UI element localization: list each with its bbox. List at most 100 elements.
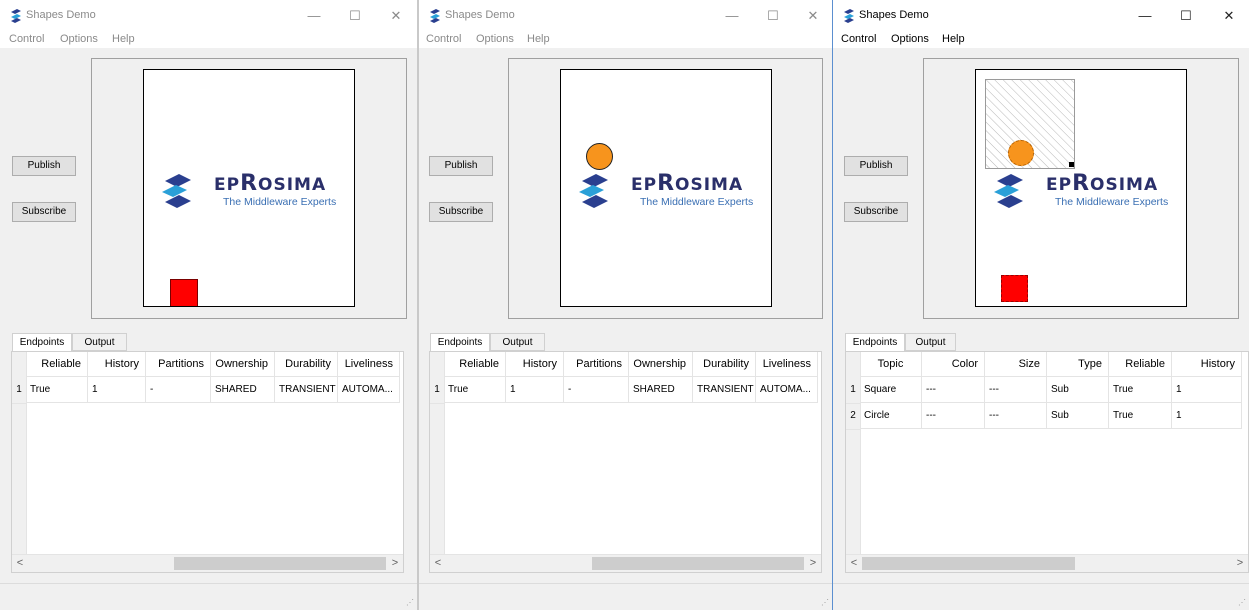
cell-history[interactable]: 1 [1172,377,1242,403]
close-button[interactable]: ✕ [381,4,411,28]
column-header-reliable[interactable]: Reliable [26,352,88,377]
column-header-size[interactable]: Size [985,352,1047,377]
tab-endpoints[interactable]: Endpoints [12,333,72,353]
scroll-left-arrow-icon[interactable]: < [12,555,28,572]
cell-topic[interactable]: Square [860,377,922,403]
column-header-ownership[interactable]: Ownership [629,352,693,377]
column-header-durability[interactable]: Durability [275,352,338,377]
minimize-button[interactable]: — [1130,4,1160,28]
menu-control[interactable]: Control [841,33,876,45]
column-header-color[interactable]: Color [922,352,985,377]
tab-endpoints[interactable]: Endpoints [430,333,490,353]
resize-grip-icon[interactable]: ⋰ [406,598,414,607]
eprosima-tagline: The Middleware Experts [223,196,337,208]
maximize-button[interactable]: ☐ [1171,4,1201,28]
cell-liveliness[interactable]: AUTOMA... [756,377,818,403]
cell-durability[interactable]: TRANSIENT [275,377,338,403]
menu-help[interactable]: Help [942,33,965,45]
cell-type[interactable]: Sub [1047,377,1109,403]
cell-topic[interactable]: Circle [860,403,922,429]
shape-canvas[interactable]: EPROSIMA The Middleware Experts [975,69,1187,307]
tab-output[interactable]: Output [490,333,545,351]
menu-control[interactable]: Control [9,33,44,45]
scrollbar-thumb[interactable] [592,557,804,570]
cell-durability[interactable]: TRANSIENT [693,377,756,403]
column-header-ownership[interactable]: Ownership [211,352,275,377]
cell-type[interactable]: Sub [1047,403,1109,429]
column-header-reliable[interactable]: Reliable [1109,352,1172,377]
menu-control[interactable]: Control [426,33,461,45]
menu-help[interactable]: Help [527,33,550,45]
horizontal-scrollbar[interactable]: < > [846,554,1248,572]
tab-output[interactable]: Output [905,333,956,351]
column-header-reliable[interactable]: Reliable [444,352,506,377]
scroll-left-arrow-icon[interactable]: < [430,555,446,572]
scroll-right-arrow-icon[interactable]: > [805,555,821,572]
red-square-shape [170,279,198,306]
column-header-topic[interactable]: Topic [860,352,922,377]
cell-reliable[interactable]: True [26,377,88,403]
subscribe-button[interactable]: Subscribe [844,202,908,222]
shape-canvas[interactable]: EPROSIMA The Middleware Experts [560,69,772,307]
shape-canvas[interactable]: EPROSIMA The Middleware Experts [143,69,355,307]
tab-output[interactable]: Output [72,333,127,351]
minimize-button[interactable]: — [299,4,329,28]
column-header-partitions[interactable]: Partitions [146,352,211,377]
publish-button[interactable]: Publish [12,156,76,176]
column-header-history[interactable]: History [88,352,146,377]
scroll-left-arrow-icon[interactable]: < [846,555,862,572]
title-bar[interactable]: Shapes Demo — ☐ ✕ [833,0,1249,32]
cell-size[interactable]: --- [985,377,1047,403]
resize-grip-icon[interactable]: ⋰ [821,598,829,607]
scroll-right-arrow-icon[interactable]: > [1232,555,1248,572]
publish-button[interactable]: Publish [429,156,493,176]
publish-button[interactable]: Publish [844,156,908,176]
menu-options[interactable]: Options [891,33,929,45]
column-header-liveliness[interactable]: Liveliness [756,352,818,377]
maximize-button[interactable]: ☐ [340,4,370,28]
menu-options[interactable]: Options [60,33,98,45]
cell-history[interactable]: 1 [506,377,564,403]
close-button[interactable]: ✕ [1214,4,1244,28]
subscribe-button[interactable]: Subscribe [429,202,493,222]
cell-color[interactable]: --- [922,377,985,403]
cell-reliable[interactable]: True [1109,377,1172,403]
cell-partitions[interactable]: - [564,377,629,403]
close-button[interactable]: ✕ [798,4,828,28]
scrollbar-thumb[interactable] [862,557,1075,570]
cell-color[interactable]: --- [922,403,985,429]
column-header-type[interactable]: Type [1047,352,1109,377]
resize-grip-icon[interactable]: ⋰ [1238,598,1246,607]
horizontal-scrollbar[interactable]: < > [430,554,821,572]
horizontal-scrollbar[interactable]: < > [12,554,403,572]
column-header-history[interactable]: History [506,352,564,377]
cell-liveliness[interactable]: AUTOMA... [338,377,400,403]
scroll-right-arrow-icon[interactable]: > [387,555,403,572]
menu-help[interactable]: Help [112,33,135,45]
cell-history[interactable]: 1 [88,377,146,403]
minimize-button[interactable]: — [717,4,747,28]
cell-history[interactable]: 1 [1172,403,1242,429]
cell-reliable[interactable]: True [444,377,506,403]
eprosima-logo-mark [579,174,608,208]
title-bar[interactable]: Shapes Demo — ☐ ✕ [419,0,832,32]
resize-handle-icon[interactable] [1069,162,1074,167]
menu-options[interactable]: Options [476,33,514,45]
maximize-button[interactable]: ☐ [758,4,788,28]
cell-ownership[interactable]: SHARED [629,377,693,403]
subscribe-button[interactable]: Subscribe [12,202,76,222]
cell-size[interactable]: --- [985,403,1047,429]
window-title: Shapes Demo [859,9,929,21]
column-header-durability[interactable]: Durability [693,352,756,377]
tab-endpoints[interactable]: Endpoints [845,333,905,353]
cell-partitions[interactable]: - [146,377,211,403]
title-bar[interactable]: Shapes Demo — ☐ ✕ [0,0,417,32]
scrollbar-thumb[interactable] [174,557,386,570]
column-header-history[interactable]: History [1172,352,1242,377]
cell-reliable[interactable]: True [1109,403,1172,429]
orange-circle-shape [586,143,613,170]
row-number: 2 [846,403,860,430]
column-header-liveliness[interactable]: Liveliness [338,352,400,377]
column-header-partitions[interactable]: Partitions [564,352,629,377]
cell-ownership[interactable]: SHARED [211,377,275,403]
